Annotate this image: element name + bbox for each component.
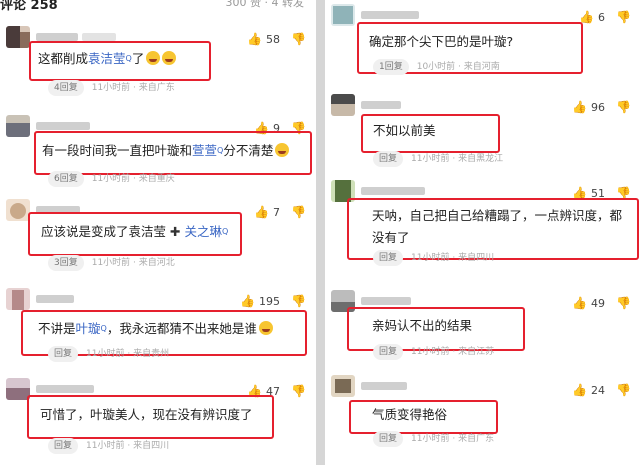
thumbs-up-icon: 👍 xyxy=(572,383,587,397)
mention-link[interactable]: 关之琳 xyxy=(184,224,222,239)
username-blurred[interactable] xyxy=(361,11,419,19)
thumbs-up-icon: 👍 xyxy=(572,296,587,310)
laughing-emoji-icon xyxy=(275,143,290,157)
thumbs-down-icon[interactable]: 👎 xyxy=(291,384,306,398)
laughing-emoji-icon xyxy=(146,51,161,65)
like-button[interactable]: 👍 195 xyxy=(240,294,280,308)
reply-button[interactable]: 回复 xyxy=(373,344,404,360)
avatar[interactable] xyxy=(6,26,30,48)
reply-button[interactable]: 回复 xyxy=(48,438,79,454)
thumbs-down-icon[interactable]: 👎 xyxy=(616,296,631,310)
panel-divider xyxy=(316,0,325,465)
username-blurred-part xyxy=(82,33,116,41)
thumbs-down-icon[interactable]: 👎 xyxy=(616,100,631,114)
thumbs-down-icon[interactable]: 👎 xyxy=(616,10,631,24)
thumbs-down-icon[interactable]: 👎 xyxy=(291,205,306,219)
comment-count-title: 评论 258 xyxy=(0,0,58,13)
reply-button[interactable]: 6回复 xyxy=(48,171,84,187)
comment-text: 可惜了，叶璇美人，现在没有辨识度了 xyxy=(40,407,253,422)
comment-meta: 回复 11小时前 · 来自贵州 xyxy=(48,346,169,362)
like-count: 6 xyxy=(598,11,605,24)
username-blurred[interactable] xyxy=(36,385,94,393)
search-icon: Q xyxy=(221,227,229,236)
username-blurred[interactable] xyxy=(36,295,74,303)
comment-text: 这都削成袁洁莹Q了 xyxy=(38,48,177,70)
comment-text: 气质变得艳俗 xyxy=(372,407,448,422)
comment-text: 应该说是变成了袁洁莹 ✚ 关之琳Q xyxy=(41,224,229,239)
like-button[interactable]: 👍 49 xyxy=(572,296,605,310)
like-count: 58 xyxy=(266,33,280,46)
like-count: 24 xyxy=(591,384,605,397)
like-count: 49 xyxy=(591,297,605,310)
thumbs-down-icon[interactable]: 👎 xyxy=(616,383,631,397)
comment-text: 天呐，自己把自己给糟蹋了，一点辨识度，都没有了 xyxy=(372,208,623,245)
like-count: 195 xyxy=(259,295,280,308)
thumbs-down-icon[interactable]: 👎 xyxy=(291,32,306,46)
like-button[interactable]: 👍 96 xyxy=(572,100,605,114)
thumbs-up-icon: 👍 xyxy=(240,294,255,308)
reply-button[interactable]: 3回复 xyxy=(48,255,84,271)
username-blurred[interactable] xyxy=(361,297,411,305)
avatar[interactable] xyxy=(331,4,355,26)
reply-button[interactable]: 回复 xyxy=(373,431,404,447)
comment-meta: 回复 11小时前 · 来自四川 xyxy=(373,250,494,266)
post-stats: 300 赞 · 4 转发 xyxy=(225,0,304,9)
like-count: 7 xyxy=(273,206,280,219)
thumbs-up-icon: 👍 xyxy=(572,100,587,114)
reply-button[interactable]: 回复 xyxy=(373,151,404,167)
comment-meta: 回复 11小时前 · 来自广东 xyxy=(373,431,494,447)
reply-button[interactable]: 回复 xyxy=(373,250,404,266)
comment-text: 有一段时间我一直把叶璇和萱萱Q分不清楚 xyxy=(42,140,290,162)
mention-link[interactable]: 袁洁莹 xyxy=(88,51,126,66)
avatar[interactable] xyxy=(6,288,30,310)
comment-meta: 1回复 10小时前 · 来自河南 xyxy=(373,59,500,75)
like-button[interactable]: 👍 6 xyxy=(579,10,605,24)
reply-button[interactable]: 4回复 xyxy=(48,80,84,96)
comment-meta: 回复 11小时前 · 来自江苏 xyxy=(373,344,494,360)
plus-icon: ✚ xyxy=(170,224,181,239)
comment-meta: 6回复 11小时前 · 来自重庆 xyxy=(48,171,175,187)
avatar[interactable] xyxy=(6,199,30,221)
comment-text: 不如以前美 xyxy=(373,123,436,138)
laughing-emoji-icon xyxy=(258,321,273,335)
avatar[interactable] xyxy=(6,115,30,137)
thumbs-up-icon: 👍 xyxy=(247,32,262,46)
comment-meta: 回复 11小时前 · 来自四川 xyxy=(48,438,169,454)
mention-link[interactable]: 叶璇 xyxy=(76,321,101,336)
thumbs-up-icon: 👍 xyxy=(254,205,269,219)
username-blurred[interactable] xyxy=(36,122,90,130)
username-blurred[interactable] xyxy=(361,187,425,195)
like-button[interactable]: 👍 7 xyxy=(254,205,280,219)
left-comment-panel: 评论 258 300 赞 · 4 转发 👍 58 👎 这都削成袁洁莹Q了 4回复 1… xyxy=(0,0,316,465)
right-comment-panel: 👍 6 👎 确定那个尖下巴的是叶璇? 1回复 10小时前 · 来自河南 👍 96 👎 … xyxy=(325,0,641,465)
avatar[interactable] xyxy=(331,375,355,397)
username-blurred[interactable] xyxy=(361,101,401,109)
avatar[interactable] xyxy=(331,94,355,116)
comment-text: 确定那个尖下巴的是叶璇? xyxy=(369,34,514,49)
comment-text: 亲妈认不出的结果 xyxy=(372,318,473,333)
username-blurred[interactable] xyxy=(36,33,78,41)
comment-meta: 回复 11小时前 · 来自黑龙江 xyxy=(373,151,503,167)
comment-meta: 3回复 11小时前 · 来自河北 xyxy=(48,255,175,271)
reply-button[interactable]: 回复 xyxy=(48,346,79,362)
like-count: 96 xyxy=(591,101,605,114)
username-blurred[interactable] xyxy=(361,382,407,390)
like-button[interactable]: 👍 24 xyxy=(572,383,605,397)
like-button[interactable]: 👍 58 xyxy=(247,32,280,46)
comment-meta: 4回复 11小时前 · 来自广东 xyxy=(48,80,175,96)
mention-link[interactable]: 萱萱 xyxy=(192,143,217,158)
laughing-emoji-icon xyxy=(162,51,177,65)
comment-header: 评论 258 300 赞 · 4 转发 xyxy=(0,0,316,13)
thumbs-down-icon[interactable]: 👎 xyxy=(291,294,306,308)
comment-text: 不讲是叶璇Q，我永远都猜不出来她是谁 xyxy=(38,318,273,340)
reply-button[interactable]: 1回复 xyxy=(373,59,409,75)
